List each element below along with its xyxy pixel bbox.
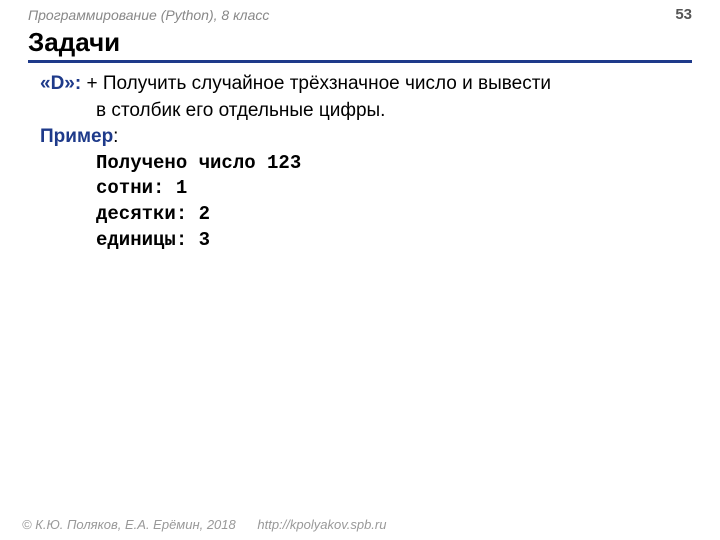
code-block: Получено число 123 сотни: 1 десятки: 2 е… (40, 151, 692, 254)
code-line: десятки: 2 (96, 202, 692, 228)
example-colon: : (113, 126, 118, 147)
code-line: сотни: 1 (96, 176, 692, 202)
page-title: Задачи (28, 27, 692, 63)
task-row: «D»: + Получить случайное трёхзначное чи… (40, 71, 692, 98)
content-area: «D»: + Получить случайное трёхзначное чи… (0, 63, 720, 253)
footer: © К.Ю. Поляков, Е.А. Ерёмин, 2018 http:/… (22, 517, 386, 532)
header-bar: Программирование (Python), 8 класс 53 (0, 0, 720, 25)
example-row: Пример: (40, 124, 692, 151)
task-label-d: «D»: (40, 73, 81, 94)
footer-copyright: © К.Ю. Поляков, Е.А. Ерёмин, 2018 (22, 517, 236, 532)
example-label: Пример (40, 126, 113, 147)
code-line: единицы: 3 (96, 228, 692, 254)
page-number: 53 (675, 6, 692, 23)
task-text-line2: в столбик его отдельные цифры. (40, 98, 692, 125)
task-text-line1: + Получить случайное трёхзначное число и… (81, 73, 551, 94)
subject-text: Программирование (Python), 8 класс (28, 7, 269, 23)
footer-url: http://kpolyakov.spb.ru (257, 517, 386, 532)
slide-container: Программирование (Python), 8 класс 53 За… (0, 0, 720, 540)
code-line: Получено число 123 (96, 151, 692, 177)
